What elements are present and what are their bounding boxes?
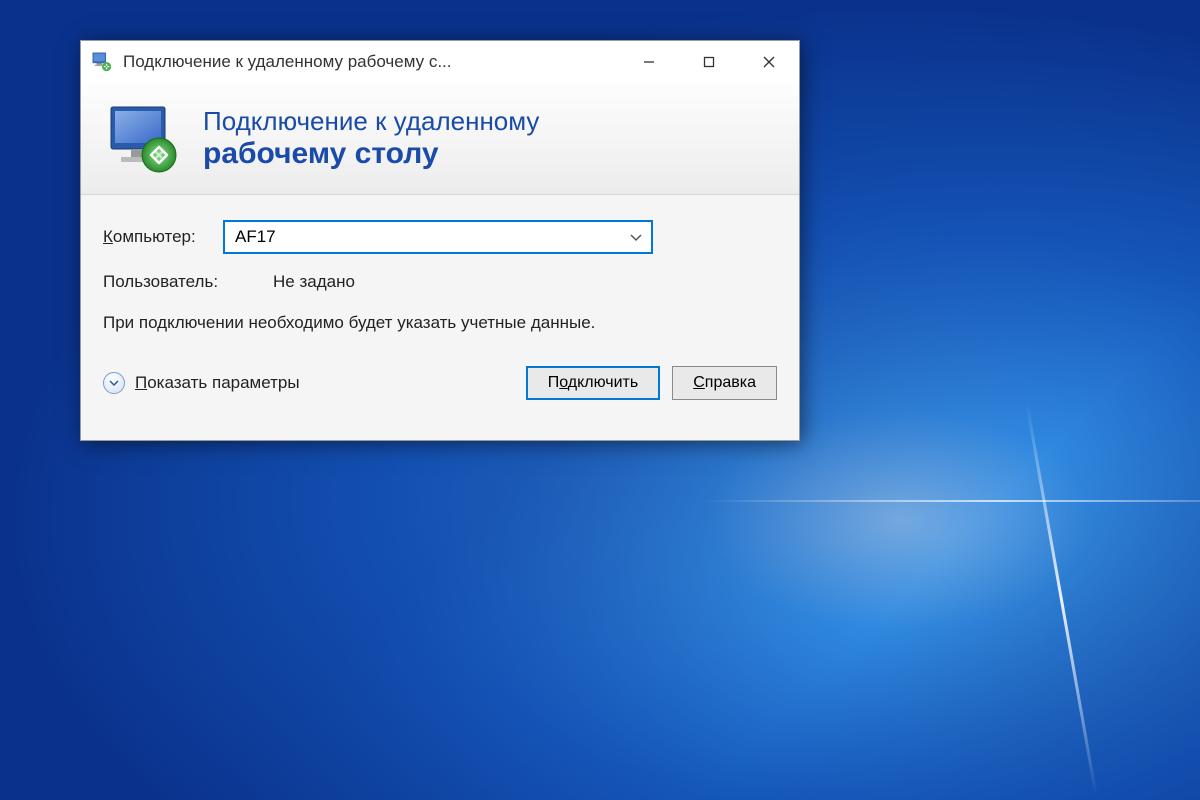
show-options-label: Показать параметры bbox=[135, 373, 300, 393]
window-title: Подключение к удаленному рабочему с... bbox=[123, 52, 619, 72]
chevron-down-icon[interactable] bbox=[621, 227, 651, 247]
app-icon bbox=[91, 51, 113, 73]
maximize-button[interactable] bbox=[679, 41, 739, 83]
minimize-button[interactable] bbox=[619, 41, 679, 83]
credentials-hint: При подключении необходимо будет указать… bbox=[103, 310, 777, 336]
computer-combobox[interactable] bbox=[223, 220, 653, 254]
show-options-link[interactable]: Показать параметры bbox=[103, 372, 300, 394]
banner: Подключение к удаленному рабочему столу bbox=[81, 83, 799, 195]
content-area: Компьютер: Пользователь: Не задано При п… bbox=[81, 195, 799, 440]
footer: Показать параметры Подключить Справка bbox=[103, 366, 777, 420]
banner-line2: рабочему столу bbox=[203, 137, 539, 171]
computer-input[interactable] bbox=[235, 227, 621, 247]
rdp-icon bbox=[103, 99, 183, 179]
close-button[interactable] bbox=[739, 41, 799, 83]
titlebar[interactable]: Подключение к удаленному рабочему с... bbox=[81, 41, 799, 83]
desktop-light-effect bbox=[700, 500, 1200, 502]
help-button[interactable]: Справка bbox=[672, 366, 777, 400]
user-label: Пользователь: bbox=[103, 272, 273, 292]
rdp-connection-window: Подключение к удаленному рабочему с... bbox=[80, 40, 800, 441]
banner-line1: Подключение к удаленному bbox=[203, 106, 539, 137]
connect-button[interactable]: Подключить bbox=[526, 366, 660, 400]
user-value: Не задано bbox=[273, 272, 355, 292]
banner-title: Подключение к удаленному рабочему столу bbox=[203, 106, 539, 171]
computer-row: Компьютер: bbox=[103, 220, 777, 254]
window-controls bbox=[619, 41, 799, 83]
user-row: Пользователь: Не задано bbox=[103, 272, 777, 292]
expand-down-icon bbox=[103, 372, 125, 394]
computer-label: Компьютер: bbox=[103, 227, 223, 247]
